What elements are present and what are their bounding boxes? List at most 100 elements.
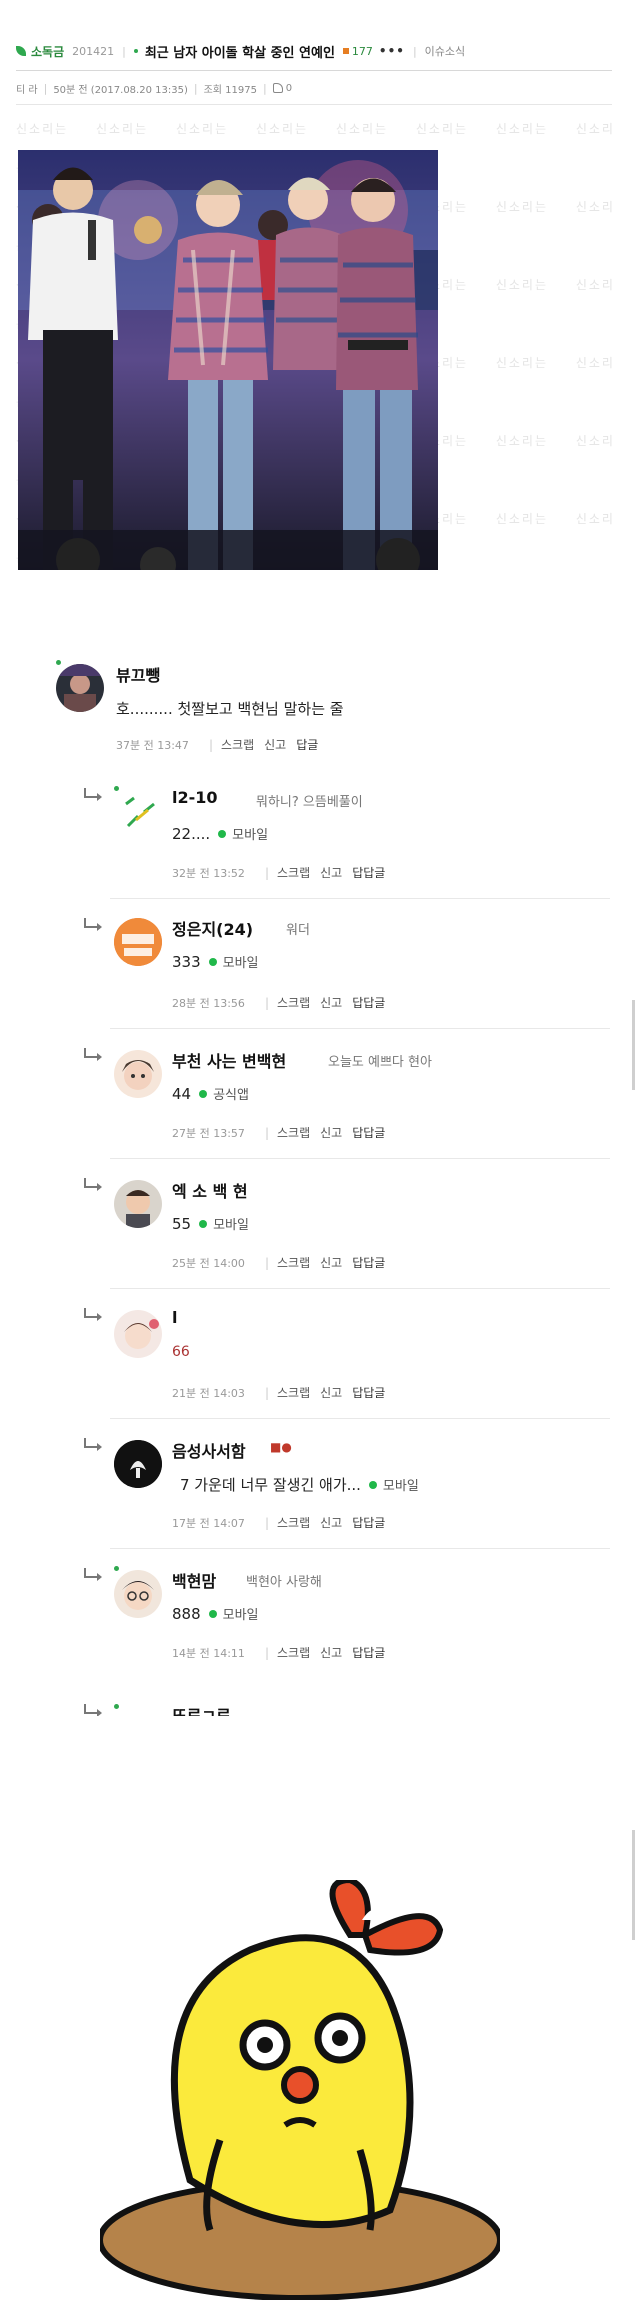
avatar[interactable] — [114, 1050, 162, 1098]
author-name[interactable]: 티 라 — [16, 81, 38, 96]
report-button[interactable]: 신고 — [320, 1514, 342, 1531]
comment-actions: 17분 전 14:07 | 스크랩 신고 답답글 — [172, 1514, 386, 1531]
comment-text: 66 — [172, 1344, 190, 1360]
avatar[interactable] — [114, 1570, 162, 1618]
comment-source: 모바일 — [208, 1604, 259, 1623]
board-name-link[interactable]: 소독금 — [31, 43, 64, 60]
comment-source-label: 모바일 — [222, 1608, 259, 1623]
comment-time: 14분 전 14:11 — [172, 1646, 245, 1660]
comment-source: 공식앱 — [199, 1084, 249, 1103]
comment-nickname[interactable]: 뜨로ㄱ로 — [172, 1702, 231, 1716]
mobile-dot-icon — [208, 957, 217, 966]
comment-item: 엑 소 백 현 55 모바일 25분 전 14:00 | 스크랩 신고 답답글 — [0, 1168, 640, 1288]
comment-count: 177 — [351, 44, 373, 58]
post-time: 50분 전 (2017.08.20 13:35) — [53, 84, 188, 96]
report-button[interactable]: 신고 — [320, 864, 342, 881]
comment-nickname[interactable]: 정은지(24) — [172, 916, 253, 940]
reply-arrow-icon — [84, 1704, 102, 1716]
comment-text: 55 모바일 — [172, 1214, 249, 1234]
online-dot-icon — [114, 1704, 119, 1709]
comment-divider — [110, 1028, 610, 1029]
scrap-button[interactable]: 스크랩 — [277, 864, 310, 881]
comment-nickname[interactable]: 백현맘 — [172, 1568, 216, 1592]
reply-button[interactable]: 답답글 — [352, 1254, 385, 1271]
comment-actions: 21분 전 14:03 | 스크랩 신고 답답글 — [172, 1384, 386, 1401]
comment-text: 7 가운데 너무 잘생긴 애가... 모바일 — [180, 1474, 419, 1495]
comment-nickname[interactable]: 부천 사는 변백현 — [172, 1048, 286, 1072]
surprised-chick-sticker — [97, 1876, 503, 2301]
reply-button[interactable]: 답답글 — [352, 1514, 385, 1531]
comment-text-value: 888 — [172, 1604, 201, 1623]
comment-item: 백현맘 백현아 사랑해 888 모바일 14분 전 14:11 | 스크랩 신고… — [0, 1558, 640, 1678]
comment-source-label: 공식앱 — [213, 1088, 249, 1103]
scrollbar-thumb[interactable] — [632, 1000, 635, 1090]
scrap-button[interactable]: 스크랩 — [277, 1254, 310, 1271]
comment-nickname[interactable]: 뷰끄뺑 — [116, 662, 160, 686]
comment-status-message: 뭐하니? 으뜸베풀이 — [256, 795, 363, 810]
scrap-button[interactable]: 스크랩 — [277, 1384, 310, 1401]
reply-button[interactable]: 답답글 — [352, 1384, 385, 1401]
comment-count-badge[interactable]: 177 — [342, 44, 373, 58]
comment-divider — [110, 898, 610, 899]
meta-separator-3: | — [262, 81, 267, 95]
avatar[interactable] — [114, 1310, 162, 1358]
comment-divider — [110, 1158, 610, 1159]
reply-button[interactable]: 답답글 — [352, 1644, 385, 1661]
category-link[interactable]: 이슈소식 — [425, 43, 465, 59]
nickname-deco-icon: ■● — [270, 1440, 292, 1454]
avatar[interactable] — [114, 1440, 162, 1488]
comment-item-partial: 뜨로ㄱ로 — [0, 1698, 640, 1716]
report-button[interactable]: 신고 — [320, 1254, 342, 1271]
scrap-button[interactable]: 스크랩 — [277, 1644, 310, 1661]
scrap-button[interactable]: 스크랩 — [277, 1514, 310, 1531]
reply-button[interactable]: 답답글 — [352, 994, 385, 1011]
avatar[interactable] — [114, 790, 162, 838]
comment-text-value: 333 — [172, 952, 201, 971]
comment-text-value: 44 — [172, 1084, 192, 1103]
avatar[interactable] — [114, 1180, 162, 1228]
avatar[interactable] — [56, 664, 104, 712]
comment-divider — [110, 1288, 610, 1289]
like-icon[interactable] — [272, 83, 283, 93]
comment-nickname[interactable]: 음성사서함 — [172, 1438, 246, 1462]
comment-time: 17분 전 14:07 — [172, 1516, 245, 1530]
comment-item: 부천 사는 변백현 오늘도 예쁘다 현아 44 공식앱 27분 전 13:57 … — [0, 1038, 640, 1158]
comment-divider — [110, 1418, 610, 1419]
avatar[interactable] — [114, 918, 162, 966]
post-title: 최근 남자 아이돌 학살 중인 연예인 — [144, 45, 335, 61]
comment-divider — [110, 1548, 610, 1549]
reply-arrow-icon — [84, 1308, 102, 1321]
comment-source-label: 모바일 — [232, 828, 269, 843]
comment-source-label: 모바일 — [382, 1479, 419, 1494]
more-options-button[interactable]: ••• — [379, 44, 405, 58]
comment-nickname[interactable]: l2-10 — [172, 788, 218, 807]
comment-nickname[interactable]: l — [172, 1308, 177, 1327]
reply-button[interactable]: 답답글 — [352, 1124, 385, 1141]
scrap-button[interactable]: 스크랩 — [221, 736, 254, 753]
comment-actions: 28분 전 13:56 | 스크랩 신고 답답글 — [172, 994, 386, 1011]
comment-text: 호......... 첫짤보고 백현님 말하는 줄 — [116, 700, 344, 718]
reply-button[interactable]: 답글 — [296, 736, 318, 753]
reply-arrow-icon — [84, 1438, 102, 1451]
report-button[interactable]: 신고 — [264, 736, 286, 753]
header-separator: | — [122, 44, 126, 58]
comment-time: 25분 전 14:00 — [172, 1256, 245, 1270]
reply-button[interactable]: 답답글 — [352, 864, 385, 881]
meta-separator-2: | — [193, 81, 198, 95]
comment-time: 21분 전 14:03 — [172, 1386, 245, 1400]
comment-source: 모바일 — [218, 824, 268, 843]
comment-source: 모바일 — [208, 952, 259, 971]
report-button[interactable]: 신고 — [320, 1384, 342, 1401]
report-button[interactable]: 신고 — [320, 1124, 342, 1141]
report-button[interactable]: 신고 — [320, 1644, 342, 1661]
comment-nickname[interactable]: 엑 소 백 현 — [172, 1178, 248, 1202]
scrap-button[interactable]: 스크랩 — [277, 994, 310, 1011]
scrollbar-thumb-2[interactable] — [632, 1830, 635, 1940]
comment-item: 정은지(24) 워더 333 모바일 28분 전 13:56 | 스크랩 신고 … — [0, 908, 640, 1028]
comment-source: 모바일 — [199, 1214, 249, 1233]
scrap-button[interactable]: 스크랩 — [277, 1124, 310, 1141]
comment-status-message: 백현아 사랑해 — [246, 1575, 322, 1590]
comment-text: 22.... 모바일 — [172, 824, 268, 844]
mobile-dot-icon — [199, 1089, 208, 1098]
report-button[interactable]: 신고 — [320, 994, 342, 1011]
